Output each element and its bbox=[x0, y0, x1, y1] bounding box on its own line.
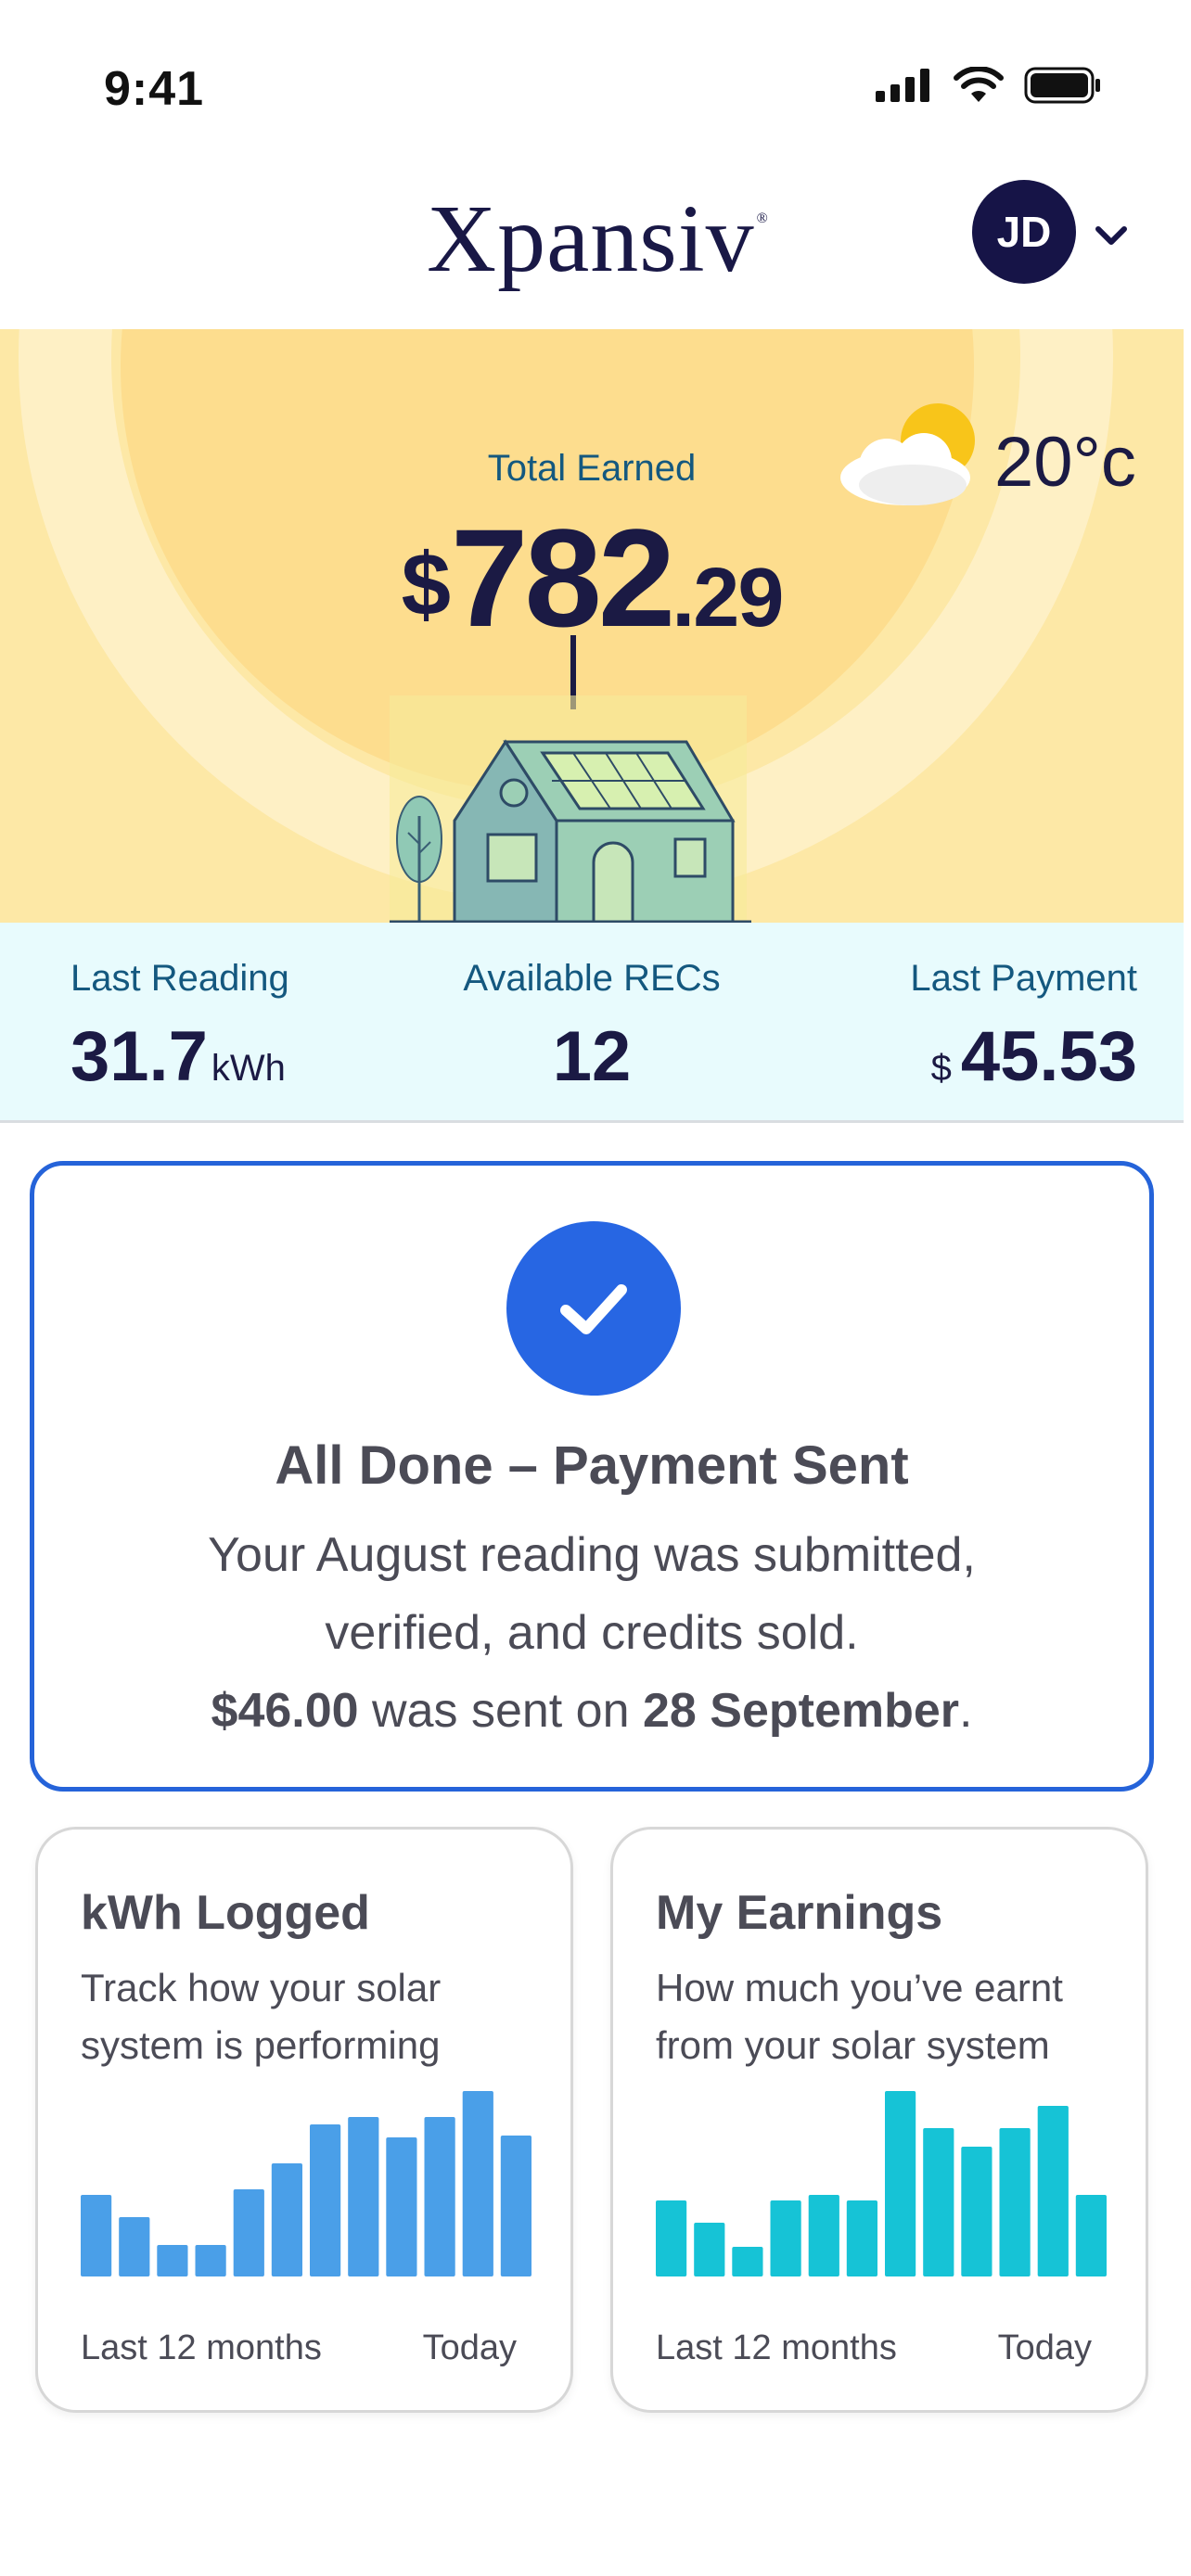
total-amount-cents: .29 bbox=[672, 552, 784, 644]
stats-band: Last Reading 31.7 kWh Available RECs 12 L… bbox=[0, 923, 1184, 1123]
earnings-subtitle-line-2: from your solar system bbox=[656, 2023, 1050, 2067]
kwh-bar-5 bbox=[233, 2189, 264, 2276]
earnings-bar-7 bbox=[885, 2091, 916, 2276]
kwh-bar-2 bbox=[119, 2217, 150, 2276]
chevron-down-icon[interactable] bbox=[1091, 215, 1132, 256]
available-recs-value: 12 bbox=[552, 1017, 632, 1096]
kwh-bar-12 bbox=[500, 2136, 531, 2276]
earnings-bar-5 bbox=[808, 2195, 839, 2276]
payment-message: Your August reading was submitted, verif… bbox=[34, 1516, 1149, 1750]
payment-line-3: $46.00 was sent on 28 September. bbox=[34, 1672, 1149, 1750]
payment-line-1: Your August reading was submitted, bbox=[208, 1528, 976, 1582]
earnings-subtitle-line-1: How much you’ve earnt bbox=[656, 1966, 1063, 2009]
my-earnings-card[interactable]: My Earnings How much you’ve earnt from y… bbox=[610, 1827, 1148, 2413]
payment-line-2: verified, and credits sold. bbox=[325, 1606, 859, 1660]
kwh-logged-card[interactable]: kWh Logged Track how your solar system i… bbox=[35, 1827, 573, 2413]
earnings-card-subtitle: How much you’ve earnt from your solar sy… bbox=[656, 1959, 1120, 2074]
kwh-card-title: kWh Logged bbox=[81, 1886, 370, 1940]
payment-period: . bbox=[959, 1684, 973, 1738]
earnings-card-title: My Earnings bbox=[656, 1886, 943, 1940]
checkmark-glyph bbox=[560, 1284, 627, 1334]
hero-banner: Total Earned $782.29 20°c bbox=[0, 329, 1184, 923]
earnings-bar-11 bbox=[1037, 2106, 1069, 2276]
last-payment-value: $45.53 bbox=[910, 1016, 1137, 1097]
earnings-bar-6 bbox=[846, 2200, 877, 2276]
earnings-bar-4 bbox=[770, 2200, 801, 2276]
last-reading-number: 31.7 bbox=[70, 1017, 208, 1096]
payment-title: All Done – Payment Sent bbox=[275, 1435, 909, 1496]
wifi-icon bbox=[954, 67, 1004, 102]
last-payment-number: 45.53 bbox=[960, 1017, 1137, 1096]
last-reading-unit: kWh bbox=[211, 1048, 286, 1089]
last-payment-currency: $ bbox=[930, 1048, 952, 1089]
kwh-bar-4 bbox=[195, 2245, 226, 2276]
last-payment-label: Last Payment bbox=[910, 958, 1137, 999]
kwh-card-subtitle: Track how your solar system is performin… bbox=[81, 1959, 544, 2074]
logo-text: Xpansiv bbox=[427, 185, 755, 292]
payment-amount: $46.00 bbox=[211, 1684, 359, 1738]
earnings-bar-12 bbox=[1075, 2195, 1107, 2276]
kwh-bar-10 bbox=[424, 2117, 455, 2276]
kwh-bar-9 bbox=[386, 2137, 417, 2276]
kwh-bar-3 bbox=[157, 2245, 188, 2276]
kwh-bar-11 bbox=[462, 2091, 493, 2276]
last-reading-stat[interactable]: Last Reading 31.7 kWh bbox=[70, 958, 289, 1097]
xpansiv-logo[interactable]: Xpansiv ® bbox=[427, 184, 769, 294]
registered-mark: ® bbox=[756, 210, 769, 226]
earnings-footer-right: Today bbox=[997, 2328, 1092, 2367]
kwh-bar-chart bbox=[81, 2091, 531, 2276]
total-amount-main: 782 bbox=[450, 500, 675, 656]
status-time: 9:41 bbox=[104, 62, 205, 116]
last-payment-stat[interactable]: Last Payment $45.53 bbox=[910, 958, 1137, 1097]
kwh-bar-8 bbox=[348, 2117, 379, 2276]
earnings-bar-3 bbox=[732, 2247, 763, 2276]
earnings-footer-left: Last 12 months bbox=[656, 2328, 897, 2367]
available-recs-stat[interactable]: Available RECs 12 bbox=[406, 958, 777, 1097]
earnings-bar-10 bbox=[999, 2128, 1031, 2276]
kwh-footer-right: Today bbox=[422, 2328, 517, 2367]
avatar[interactable]: JD bbox=[972, 180, 1076, 284]
partly-cloudy-icon bbox=[840, 403, 975, 505]
kwh-bar-7 bbox=[310, 2124, 341, 2276]
payment-sent-card[interactable]: All Done – Payment Sent Your August read… bbox=[30, 1161, 1154, 1792]
kwh-bar-6 bbox=[271, 2163, 302, 2276]
total-earned-amount: $782.29 bbox=[0, 498, 1184, 658]
temperature: 20°c bbox=[994, 423, 1136, 502]
status-icons bbox=[876, 67, 1102, 104]
earnings-bar-1 bbox=[656, 2200, 687, 2276]
status-bar: 9:41 bbox=[0, 0, 1191, 158]
kwh-subtitle-line-2: system is performing bbox=[81, 2023, 441, 2067]
earnings-bar-2 bbox=[694, 2223, 725, 2276]
check-icon bbox=[506, 1221, 681, 1396]
kwh-bar-1 bbox=[81, 2195, 112, 2276]
earnings-bar-9 bbox=[961, 2147, 992, 2276]
earnings-bar-8 bbox=[923, 2128, 954, 2276]
app-header: Xpansiv ® JD bbox=[0, 158, 1191, 329]
payment-sent-text: was sent on bbox=[358, 1684, 643, 1738]
payment-date: 28 September bbox=[642, 1684, 960, 1738]
last-reading-label: Last Reading bbox=[70, 958, 289, 999]
kwh-subtitle-line-1: Track how your solar bbox=[81, 1966, 442, 2009]
last-reading-value: 31.7 kWh bbox=[70, 1016, 289, 1097]
cellular-signal-icon bbox=[876, 69, 929, 102]
battery-icon bbox=[1024, 67, 1100, 104]
kwh-footer-left: Last 12 months bbox=[81, 2328, 322, 2367]
total-currency: $ bbox=[401, 535, 451, 634]
solar-house-illustration bbox=[390, 695, 751, 923]
earnings-bar-chart bbox=[656, 2091, 1107, 2276]
available-recs-label: Available RECs bbox=[463, 958, 721, 999]
